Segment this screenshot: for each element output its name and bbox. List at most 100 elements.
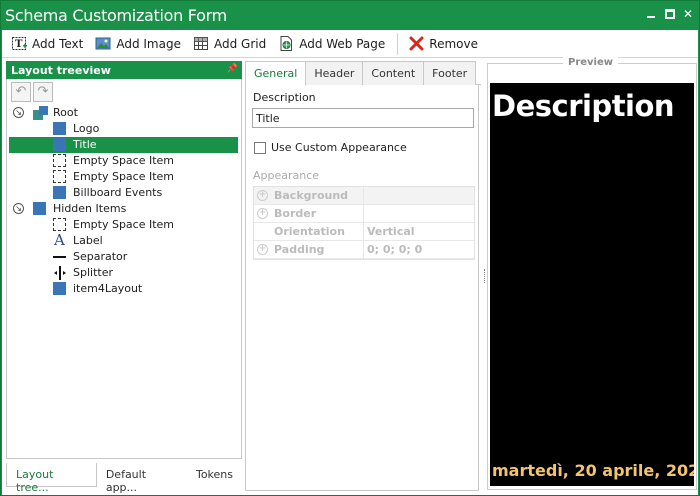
add-web-page-label: Add Web Page bbox=[299, 36, 386, 51]
remove-icon bbox=[408, 35, 425, 52]
expand-plus-icon[interactable]: + bbox=[257, 208, 268, 219]
add-image-icon bbox=[95, 35, 112, 52]
minimize-icon[interactable] bbox=[647, 9, 657, 19]
custom-appearance-checkbox[interactable] bbox=[254, 141, 266, 154]
item-icon bbox=[53, 186, 66, 199]
remove-button[interactable]: Remove bbox=[408, 35, 478, 52]
add-text-icon: T bbox=[11, 35, 28, 52]
tree-node-label: Logo bbox=[73, 122, 100, 135]
preview-date: martedì, 20 aprile, 2021 bbox=[492, 461, 694, 480]
layout-treeview-body: ↶ ↷ ↘ Root Logo Title Empty Space Item Empty … bbox=[6, 79, 242, 459]
preview-screen: Description martedì, 20 aprile, 2021 bbox=[490, 83, 694, 486]
property-row[interactable]: + Padding 0; 0; 0; 0 bbox=[254, 241, 474, 259]
general-tab-body: Description Use Custom Appearance Appear… bbox=[245, 85, 479, 491]
tree-node-label: Label bbox=[73, 234, 103, 247]
add-text-label: Add Text bbox=[32, 36, 84, 51]
tab-content[interactable]: Content bbox=[362, 61, 425, 85]
toolbar-separator bbox=[397, 32, 399, 55]
empty-space-icon bbox=[53, 170, 66, 183]
add-grid-icon bbox=[193, 35, 210, 52]
property-name: Background bbox=[274, 189, 349, 202]
tab-header[interactable]: Header bbox=[305, 61, 364, 85]
window-title: Schema Customization Form bbox=[5, 6, 227, 25]
tab-general[interactable]: General bbox=[245, 61, 307, 86]
remove-label: Remove bbox=[429, 36, 478, 51]
panel-splitter[interactable] bbox=[483, 61, 486, 491]
expand-plus-icon[interactable]: + bbox=[257, 244, 268, 255]
tree-node[interactable]: Title bbox=[9, 137, 238, 153]
empty-space-icon bbox=[53, 218, 66, 231]
tree-node-label: Empty Space Item bbox=[73, 218, 175, 231]
undo-button[interactable]: ↶ bbox=[11, 82, 31, 102]
add-grid-label: Add Grid bbox=[213, 36, 267, 51]
redo-icon: ↷ bbox=[37, 84, 49, 99]
property-value bbox=[364, 205, 371, 222]
add-web-page-button[interactable]: Add Web Page bbox=[278, 35, 385, 52]
property-name: Padding bbox=[274, 243, 325, 256]
property-value bbox=[364, 187, 371, 204]
tree-node[interactable]: Logo bbox=[9, 121, 238, 137]
add-web-page-icon bbox=[278, 35, 295, 52]
tab-default-appearance[interactable]: Default app... bbox=[97, 463, 187, 494]
description-label: Description bbox=[253, 91, 316, 104]
preview-description: Description bbox=[492, 89, 675, 123]
add-image-label: Add Image bbox=[116, 36, 181, 51]
tree-node[interactable]: Billboard Events bbox=[9, 185, 238, 201]
property-name: Border bbox=[274, 207, 317, 220]
pin-icon[interactable]: 📌 bbox=[227, 64, 238, 74]
tree-node[interactable]: ↘ Hidden Items bbox=[9, 201, 238, 217]
add-text-button[interactable]: T Add Text bbox=[11, 35, 83, 52]
add-grid-button[interactable]: Add Grid bbox=[193, 35, 266, 52]
tree-node[interactable]: Separator bbox=[9, 249, 238, 265]
properties-tabs: General Header Content Footer bbox=[245, 61, 481, 86]
item-icon bbox=[53, 138, 66, 151]
close-icon[interactable]: ✕ bbox=[683, 8, 693, 20]
property-row[interactable]: + Background bbox=[254, 187, 474, 205]
layout-treeview-panel: Layout treeview 📌 ↶ ↷ ↘ Root Logo Title Empt… bbox=[6, 61, 242, 494]
property-row[interactable]: Orientation Vertical bbox=[254, 223, 474, 241]
tree-node-label: Splitter bbox=[73, 266, 113, 279]
property-value: 0; 0; 0; 0 bbox=[367, 243, 423, 256]
tree-node[interactable]: ↘ Root bbox=[9, 105, 238, 121]
redo-button[interactable]: ↷ bbox=[33, 82, 53, 102]
tree-node[interactable]: item4Layout bbox=[9, 281, 238, 297]
tree-node[interactable]: Splitter bbox=[9, 265, 238, 281]
properties-panel: General Header Content Footer Descriptio… bbox=[245, 61, 481, 491]
property-value: Vertical bbox=[367, 225, 415, 238]
item-icon bbox=[33, 202, 46, 215]
item-icon bbox=[53, 282, 66, 295]
tab-tokens[interactable]: Tokens bbox=[187, 463, 242, 487]
layout-treeview-header: Layout treeview 📌 bbox=[6, 61, 242, 79]
tree-node[interactable]: Empty Space Item bbox=[9, 217, 238, 233]
title-bar: Schema Customization Form ✕ bbox=[1, 1, 699, 30]
preview-group: Preview Description martedì, 20 aprile, … bbox=[487, 57, 697, 490]
property-row[interactable]: + Border bbox=[254, 205, 474, 223]
expand-toggle-icon[interactable]: ↘ bbox=[13, 107, 24, 118]
tree-node-label: Root bbox=[53, 106, 78, 119]
tab-footer[interactable]: Footer bbox=[423, 61, 477, 85]
description-input[interactable] bbox=[252, 108, 474, 128]
tree-node-label: Title bbox=[73, 138, 97, 151]
tree-node[interactable]: Empty Space Item bbox=[9, 153, 238, 169]
tree-node-label: Empty Space Item bbox=[73, 170, 175, 183]
tree-node[interactable]: A Label bbox=[9, 231, 238, 249]
custom-appearance-row[interactable]: Use Custom Appearance bbox=[254, 141, 407, 154]
item-icon bbox=[53, 122, 66, 135]
undo-icon: ↶ bbox=[15, 84, 27, 99]
custom-appearance-label: Use Custom Appearance bbox=[271, 141, 407, 154]
tree-node[interactable]: Empty Space Item bbox=[9, 169, 238, 185]
expand-plus-icon[interactable]: + bbox=[257, 190, 268, 201]
client-area: T Add Text Add Image Add Grid Add Web Pa… bbox=[2, 30, 698, 495]
preview-caption: Preview bbox=[563, 57, 619, 68]
tab-layout-tree[interactable]: Layout tree... bbox=[6, 463, 97, 494]
layout-panel-tabs: Layout tree... Default app... Tokens bbox=[6, 463, 242, 494]
tree-node-label: Separator bbox=[73, 250, 128, 263]
svg-text:T: T bbox=[15, 39, 23, 50]
layout-treeview-title: Layout treeview bbox=[11, 64, 111, 77]
tree-node-label: Empty Space Item bbox=[73, 154, 175, 167]
expand-toggle-icon[interactable]: ↘ bbox=[13, 203, 24, 214]
maximize-icon[interactable] bbox=[665, 9, 675, 19]
appearance-label: Appearance bbox=[253, 169, 320, 182]
add-image-button[interactable]: Add Image bbox=[95, 35, 181, 52]
tree-node-label: Billboard Events bbox=[73, 186, 163, 199]
